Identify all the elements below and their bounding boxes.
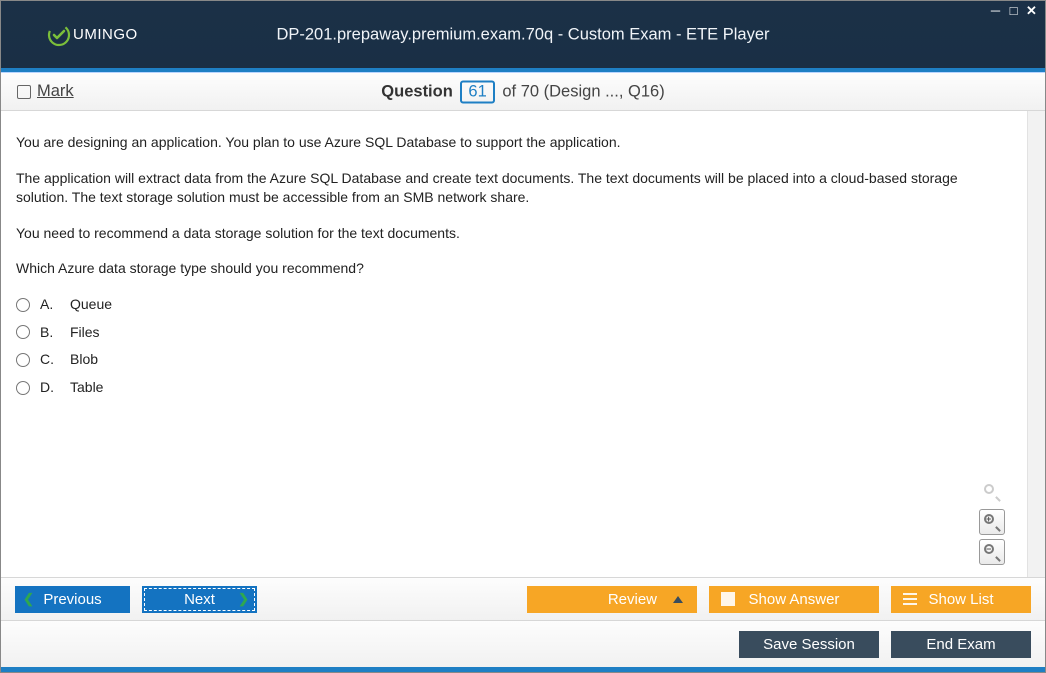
app-logo: UMINGO: [47, 23, 138, 47]
radio-c[interactable]: [16, 353, 30, 367]
checkmark-logo-icon: [47, 23, 71, 47]
app-window: UMINGO DP-201.prepaway.premium.exam.70q …: [0, 0, 1046, 673]
option-c[interactable]: C. Blob: [16, 350, 1012, 370]
zoom-in-button[interactable]: +: [979, 509, 1005, 535]
question-text-3: You need to recommend a data storage sol…: [16, 224, 1012, 244]
question-body: You are designing an application. You pl…: [1, 111, 1027, 577]
option-b[interactable]: B. Files: [16, 323, 1012, 343]
answer-options: A. Queue B. Files C. Blob D. Table: [16, 295, 1012, 397]
show-list-button[interactable]: Show List: [891, 586, 1031, 613]
check-icon: [721, 592, 735, 606]
bottom-bar: Save Session End Exam: [1, 621, 1045, 667]
end-exam-button[interactable]: End Exam: [891, 631, 1031, 658]
review-button[interactable]: Review: [527, 586, 697, 613]
option-d[interactable]: D. Table: [16, 378, 1012, 398]
mark-checkbox[interactable]: Mark: [17, 82, 74, 101]
scrollbar[interactable]: [1027, 111, 1045, 577]
save-session-button[interactable]: Save Session: [739, 631, 879, 658]
radio-b[interactable]: [16, 325, 30, 339]
window-title: DP-201.prepaway.premium.exam.70q - Custo…: [1, 25, 1045, 44]
logo-text: UMINGO: [73, 26, 138, 43]
zoom-reset-button[interactable]: [979, 479, 1005, 505]
radio-a[interactable]: [16, 298, 30, 312]
list-icon: [903, 592, 917, 606]
navigation-bar: ❮ Previous Next ❯ Review Show Answer Sho…: [1, 578, 1045, 621]
triangle-up-icon: [673, 596, 683, 603]
title-bar: UMINGO DP-201.prepaway.premium.exam.70q …: [1, 1, 1045, 68]
question-number: 61: [460, 80, 494, 103]
show-answer-button[interactable]: Show Answer: [709, 586, 879, 613]
bottom-accent-bar: [1, 667, 1045, 672]
zoom-out-button[interactable]: −: [979, 539, 1005, 565]
chevron-right-icon: ❯: [238, 591, 249, 607]
window-controls: ─ □ ✕: [988, 3, 1039, 17]
chevron-left-icon: ❮: [23, 591, 34, 607]
question-header: Mark Question 61 of 70 (Design ..., Q16): [1, 73, 1045, 111]
option-a[interactable]: A. Queue: [16, 295, 1012, 315]
minimize-button[interactable]: ─: [988, 3, 1003, 17]
question-counter: Question 61 of 70 (Design ..., Q16): [1, 80, 1045, 103]
maximize-button[interactable]: □: [1006, 3, 1021, 17]
next-button[interactable]: Next ❯: [142, 586, 257, 613]
mark-label: Mark: [37, 82, 74, 101]
previous-button[interactable]: ❮ Previous: [15, 586, 130, 613]
radio-d[interactable]: [16, 381, 30, 395]
question-text-1: You are designing an application. You pl…: [16, 133, 1012, 153]
zoom-controls: + −: [979, 479, 1005, 565]
question-text-4: Which Azure data storage type should you…: [16, 259, 1012, 279]
content-area: You are designing an application. You pl…: [1, 111, 1045, 578]
question-total: of 70 (Design ..., Q16): [502, 82, 664, 100]
close-button[interactable]: ✕: [1024, 3, 1039, 17]
question-text-2: The application will extract data from t…: [16, 169, 1012, 208]
checkbox-icon: [17, 85, 31, 99]
